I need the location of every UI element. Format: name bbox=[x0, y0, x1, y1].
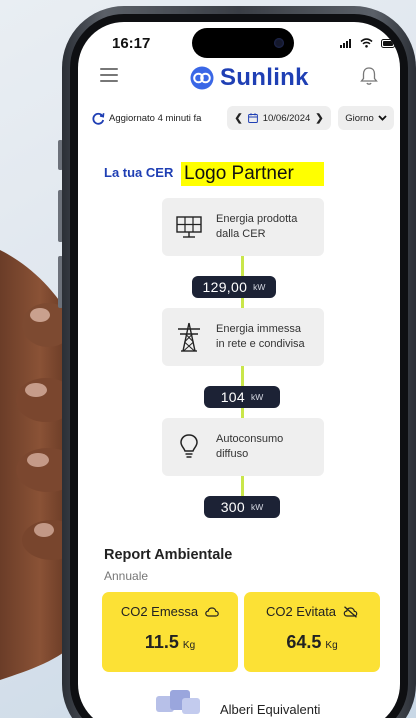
report-title: Report Ambientale bbox=[104, 547, 233, 563]
flow-connector bbox=[241, 476, 244, 496]
energy-produced-value: 129,00 kW bbox=[192, 276, 276, 298]
battery-icon bbox=[381, 38, 397, 48]
signal-icon bbox=[340, 38, 351, 48]
value-number: 104 bbox=[220, 389, 245, 405]
chevron-down-icon bbox=[378, 115, 387, 121]
value-unit: kW bbox=[250, 502, 264, 512]
value-number: 129,00 bbox=[202, 279, 248, 295]
co2-avoided-card[interactable]: CO2 Evitata 64.5 Kg bbox=[244, 592, 380, 672]
notification-bell-icon[interactable] bbox=[360, 66, 378, 86]
energy-produced-card: Energia prodotta dalla CER bbox=[162, 198, 324, 256]
selected-date: 10/06/2024 bbox=[262, 112, 311, 124]
flow-connector bbox=[241, 256, 244, 276]
energy-shared-value: 104 kW bbox=[204, 386, 280, 408]
self-consumption-value: 300 kW bbox=[204, 496, 280, 518]
app-screen: 16:17 Sunlink Aggiornato 4 minuti fa ❮ 1… bbox=[78, 22, 400, 718]
chevron-left-icon[interactable]: ❮ bbox=[234, 113, 242, 124]
co2-emitted-label: CO2 Emessa bbox=[120, 604, 199, 619]
sunlink-logo-icon bbox=[190, 66, 214, 90]
node-label-line1: Energia prodotta bbox=[216, 213, 298, 225]
app-name: Sunlink bbox=[220, 64, 309, 91]
last-updated-text: Aggiornato 4 minuti fa bbox=[109, 113, 202, 124]
hamburger-menu-icon[interactable] bbox=[100, 68, 118, 86]
app-logo: Sunlink bbox=[190, 64, 309, 92]
front-camera bbox=[274, 38, 284, 48]
status-icons bbox=[340, 38, 397, 48]
period-select[interactable]: Giorno bbox=[338, 106, 394, 130]
co2-emitted-value: 11.5 bbox=[144, 632, 179, 652]
calendar-icon bbox=[247, 113, 258, 123]
node-label-line1: Autoconsumo bbox=[216, 433, 284, 445]
value-unit: kW bbox=[253, 282, 266, 292]
lightbulb-icon bbox=[180, 434, 198, 458]
flow-connector bbox=[241, 366, 244, 386]
trees-illustration bbox=[156, 690, 200, 714]
co2-avoided-label: CO2 Evitata bbox=[265, 604, 337, 619]
node-label-line1: Energia immessa bbox=[216, 323, 301, 335]
refresh-icon[interactable] bbox=[92, 112, 105, 125]
equivalent-trees-label: Alberi Equivalenti bbox=[220, 702, 321, 717]
node-label-line2: in rete e condivisa bbox=[216, 338, 305, 350]
status-time: 16:17 bbox=[112, 35, 151, 52]
value-number: 300 bbox=[220, 499, 245, 515]
node-label-line2: dalla CER bbox=[216, 228, 266, 240]
co2-avoided-value: 64.5 bbox=[286, 632, 322, 652]
period-select-value: Giorno bbox=[345, 112, 374, 124]
solar-panel-icon bbox=[176, 216, 202, 238]
co2-avoided-unit: Kg bbox=[325, 640, 338, 651]
cloud-off-icon bbox=[343, 605, 358, 618]
energy-shared-card: Energia immessa in rete e condivisa bbox=[162, 308, 324, 366]
cer-title: La tua CER bbox=[104, 165, 174, 180]
chevron-right-icon[interactable]: ❯ bbox=[315, 113, 323, 124]
date-picker[interactable]: ❮ 10/06/2024 ❯ bbox=[227, 106, 331, 130]
co2-emitted-unit: Kg bbox=[182, 640, 196, 651]
partner-logo: Logo Partner bbox=[181, 162, 324, 186]
self-consumption-card: Autoconsumo diffuso bbox=[162, 418, 324, 476]
cloud-icon bbox=[205, 606, 219, 617]
node-label-line2: diffuso bbox=[216, 448, 249, 460]
wifi-icon bbox=[360, 38, 373, 48]
co2-emitted-card[interactable]: CO2 Emessa 11.5 Kg bbox=[102, 592, 238, 672]
report-period: Annuale bbox=[104, 569, 149, 583]
power-tower-icon bbox=[178, 322, 200, 352]
value-unit: kW bbox=[250, 392, 264, 402]
